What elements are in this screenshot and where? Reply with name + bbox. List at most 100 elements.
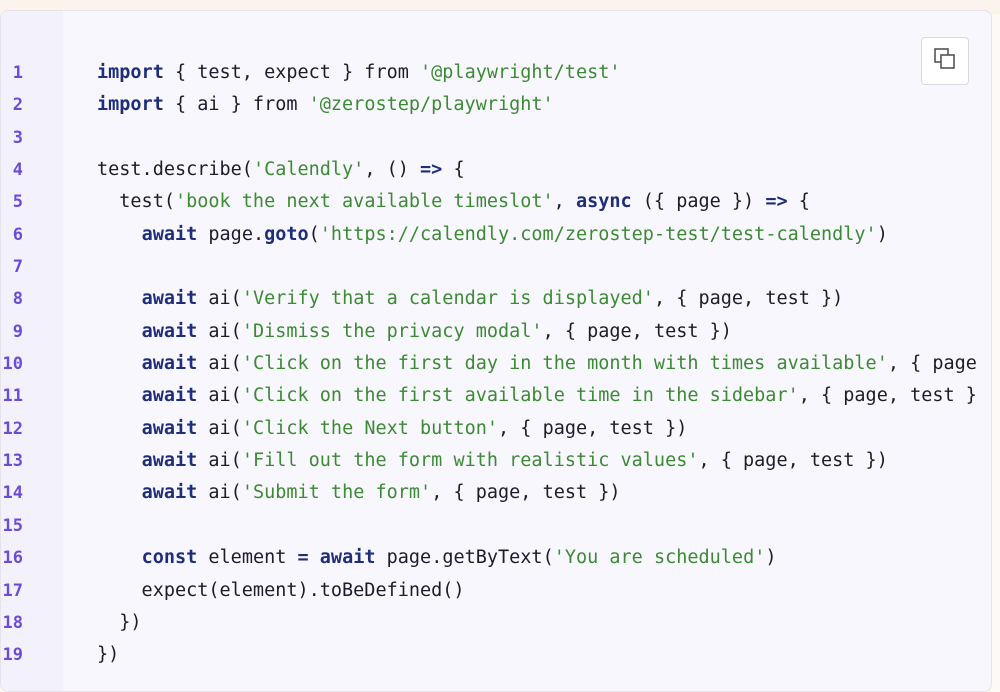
- code-line: 9 await ai('Dismiss the privacy modal', …: [1, 316, 991, 348]
- code-token: {: [442, 159, 465, 181]
- line-number: 18: [2, 612, 23, 633]
- code-text: await ai('Click on the first available t…: [97, 380, 977, 412]
- code-text: await ai('Click the Next button', { page…: [97, 413, 688, 445]
- line-number: 10: [2, 354, 23, 375]
- string-token: 'Fill out the form with realistic values…: [241, 450, 699, 472]
- code-line: 7: [1, 251, 991, 283]
- keyword-token: import: [97, 62, 164, 83]
- code-token: , { page, test }): [498, 417, 688, 439]
- code-text: }): [97, 607, 142, 639]
- keyword-token: await: [141, 288, 198, 310]
- code-line: 5 test('book the next available timeslot…: [1, 186, 991, 218]
- code-token: { ai } from: [163, 94, 309, 116]
- code-token: { test, expect } from: [163, 62, 421, 83]
- line-number: 4: [12, 160, 23, 181]
- string-token: 'You are scheduled': [553, 547, 766, 569]
- keyword-token: import: [97, 94, 164, 116]
- line-number: 6: [12, 224, 23, 245]
- code-line: 2 import { ai } from '@zerostep/playwrigh…: [1, 89, 991, 121]
- code-token: , { page, test }): [431, 482, 621, 504]
- code-token: ({ page }): [631, 191, 766, 213]
- code-line: 6 await page.goto('https://calendly.com/…: [1, 219, 991, 251]
- code-line: 15: [1, 510, 991, 542]
- code-token: , { page, test }): [698, 450, 888, 472]
- code-token: page.getByText(: [375, 547, 554, 569]
- code-text: await page.goto('https://calendly.com/ze…: [97, 219, 888, 251]
- code-block[interactable]: 1 import { test, expect } from '@playwrig…: [1, 57, 991, 672]
- keyword-token: await: [141, 385, 198, 407]
- string-token: 'Submit the form': [241, 482, 432, 504]
- keyword-token: await: [141, 417, 198, 439]
- string-token: 'Click on the first day in the month wit…: [241, 353, 888, 375]
- code-token: , { page, test }): [653, 288, 844, 310]
- code-token: test.describe(: [97, 159, 253, 181]
- line-number: 5: [12, 192, 23, 213]
- code-token: }): [97, 611, 142, 633]
- code-line: 13 await ai('Fill out the form with real…: [1, 445, 991, 477]
- keyword-token: const: [141, 547, 198, 569]
- code-token: expect(element).toBeDefined(): [97, 579, 465, 601]
- code-text: import { test, expect } from '@playwrigh…: [97, 57, 621, 89]
- code-text: await ai('Dismiss the privacy modal', { …: [97, 316, 732, 348]
- code-token: ): [765, 547, 777, 569]
- code-line: 10 await ai('Click on the first day in t…: [1, 348, 991, 380]
- code-text: }): [97, 639, 119, 671]
- line-number: 19: [2, 645, 23, 666]
- keyword-token: goto: [264, 223, 309, 245]
- code-line: 3: [1, 122, 991, 154]
- keyword-token: await: [141, 482, 198, 504]
- code-token: ai(: [197, 353, 242, 375]
- line-number: 12: [2, 418, 23, 439]
- line-number: 9: [12, 321, 23, 342]
- line-number: 2: [12, 95, 23, 116]
- code-token: ai(: [197, 417, 242, 439]
- line-number: 11: [2, 386, 23, 407]
- code-token: }): [97, 644, 120, 666]
- code-token: test(: [97, 191, 175, 213]
- code-line: 19}): [1, 639, 991, 671]
- code-token: ai(: [197, 385, 242, 407]
- code-line: 18 }): [1, 607, 991, 639]
- keyword-token: =>: [765, 191, 788, 213]
- code-token: element: [197, 547, 298, 569]
- code-text: test('book the next available timeslot',…: [97, 186, 810, 218]
- keyword-token: =: [297, 547, 309, 569]
- line-number: 17: [2, 580, 23, 601]
- line-number: 14: [2, 483, 23, 504]
- code-text: import { ai } from '@zerostep/playwright…: [97, 89, 554, 121]
- code-text: await ai('Submit the form', { page, test…: [97, 477, 621, 509]
- code-line: 1 import { test, expect } from '@playwrig…: [1, 57, 991, 89]
- string-token: 'book the next available timeslot': [174, 191, 554, 213]
- keyword-token: await: [141, 320, 198, 342]
- line-number: 7: [12, 257, 23, 278]
- keyword-token: await: [319, 547, 376, 569]
- code-token: , { page, test }: [798, 385, 977, 407]
- keyword-token: await: [141, 450, 198, 472]
- code-token: page.: [197, 223, 265, 245]
- code-token: , { page: [887, 353, 977, 375]
- code-line: 8 await ai('Verify that a calendar is di…: [1, 283, 991, 315]
- code-line: 12 await ai('Click the Next button', { p…: [1, 413, 991, 445]
- line-number: 16: [2, 548, 23, 569]
- keyword-token: await: [141, 223, 198, 245]
- line-number: 15: [2, 515, 23, 536]
- line-number: 13: [2, 451, 23, 472]
- string-token: 'Dismiss the privacy modal': [241, 320, 543, 342]
- code-token: , (): [364, 159, 421, 181]
- string-token: 'https://calendly.com/zerostep-test/test…: [319, 223, 877, 245]
- code-token: {: [787, 191, 810, 213]
- code-line: 11 await ai('Click on the first availabl…: [1, 380, 991, 412]
- string-token: 'Click on the first available time in th…: [241, 385, 799, 407]
- string-token: '@zerostep/playwright': [308, 94, 554, 116]
- code-text: await ai('Fill out the form with realist…: [97, 445, 888, 477]
- code-line: 14 await ai('Submit the form', { page, t…: [1, 477, 991, 509]
- keyword-token: =>: [420, 159, 443, 181]
